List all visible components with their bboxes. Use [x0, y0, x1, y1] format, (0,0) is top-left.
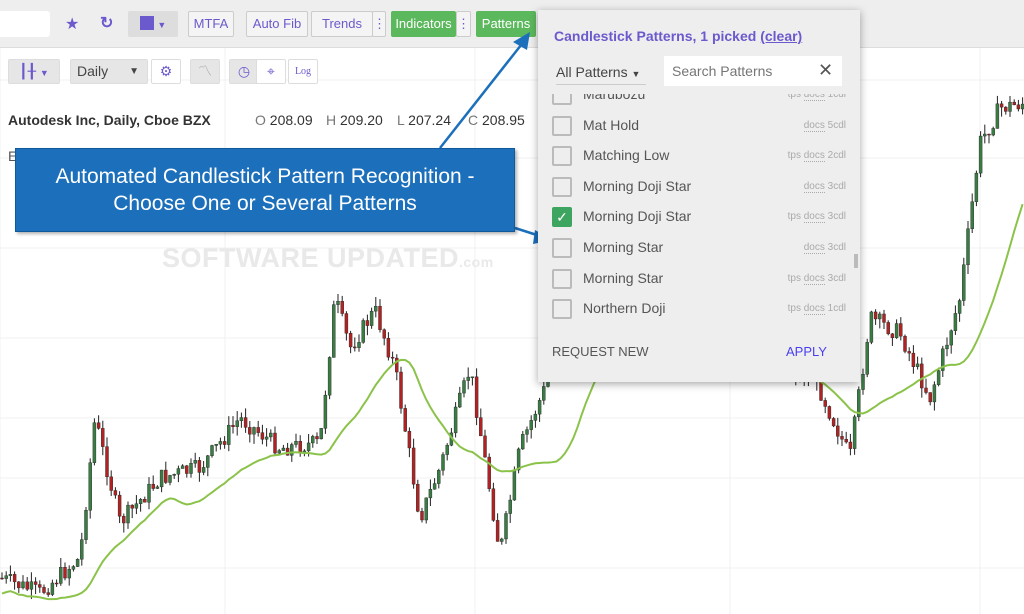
pattern-checkbox[interactable]: [552, 146, 572, 167]
tps-link[interactable]: tps: [788, 94, 801, 100]
pattern-checkbox[interactable]: [552, 115, 572, 136]
pattern-item[interactable]: ✓ Morning Doji Star tps docs 3cdl: [538, 202, 854, 232]
candle-count: 3cdl: [827, 211, 846, 223]
callout-line-1: Automated Candlestick Pattern Recognitio…: [55, 165, 475, 188]
pattern-meta: docs 3cdl: [803, 242, 846, 254]
docs-link[interactable]: docs: [803, 150, 825, 163]
candle-count: 3cdl: [827, 242, 846, 253]
pattern-name: Morning Star: [583, 239, 664, 255]
docs-link[interactable]: docs: [803, 180, 825, 193]
pattern-name: Morning Doji Star: [583, 177, 692, 194]
pattern-name: Matching Low: [583, 147, 670, 164]
candle-count: 5cdl: [827, 119, 846, 131]
pattern-checkbox[interactable]: [552, 268, 572, 289]
pattern-checkbox[interactable]: [552, 176, 572, 197]
panel-title-text: Candlestick Patterns, 1 picked: [554, 28, 757, 44]
pattern-meta: tps docs 1cdl: [788, 94, 846, 101]
pattern-item[interactable]: Morning Star tps docs 3cdl: [538, 264, 854, 294]
pattern-meta: tps docs 3cdl: [788, 272, 846, 285]
pattern-name: Morning Star: [583, 269, 664, 286]
caret-down-icon: ▼: [631, 69, 641, 79]
pattern-name: Mat Hold: [583, 116, 640, 133]
candlestick-patterns-panel: Candlestick Patterns, 1 picked (clear) A…: [538, 10, 860, 382]
pattern-checkbox[interactable]: ✓: [552, 207, 572, 228]
pattern-item[interactable]: Mat Hold docs 5cdl: [538, 111, 854, 141]
docs-link[interactable]: docs: [803, 242, 825, 254]
filter-value: All Patterns: [556, 64, 628, 80]
clear-link[interactable]: (clear): [760, 28, 802, 44]
docs-link[interactable]: docs: [803, 303, 825, 316]
pattern-checkbox[interactable]: [552, 299, 572, 320]
docs-link[interactable]: docs: [803, 119, 825, 132]
pattern-meta: docs 5cdl: [803, 119, 846, 132]
close-icon[interactable]: ✕: [818, 60, 833, 81]
candle-count: 3cdl: [827, 180, 846, 192]
scrollbar[interactable]: [854, 254, 858, 268]
candle-count: 2cdl: [827, 150, 846, 162]
tps-link[interactable]: tps: [788, 211, 801, 222]
docs-link[interactable]: docs: [803, 211, 825, 224]
pattern-list: Marubozu tps docs 1cdl Mat Hold docs 5cd…: [538, 94, 854, 330]
pattern-name: Northern Doji: [583, 300, 666, 317]
pattern-filter-dropdown[interactable]: All Patterns ▼: [556, 64, 646, 85]
request-new-button[interactable]: REQUEST NEW: [552, 344, 649, 359]
panel-title: Candlestick Patterns, 1 picked (clear): [554, 28, 802, 44]
tps-link[interactable]: tps: [788, 273, 801, 284]
pattern-name: Marubozu: [583, 94, 646, 102]
candle-count: 1cdl: [827, 303, 846, 315]
pattern-checkbox[interactable]: [552, 238, 572, 258]
callout-box: Automated Candlestick Pattern Recognitio…: [15, 148, 515, 232]
search-patterns-input[interactable]: [664, 56, 842, 86]
arrowhead-icon: [513, 32, 530, 50]
docs-link[interactable]: docs: [803, 94, 825, 101]
candle-count: 3cdl: [827, 272, 846, 284]
arrow-to-patterns: [439, 39, 526, 149]
docs-link[interactable]: docs: [803, 272, 825, 285]
pattern-item[interactable]: Marubozu tps docs 1cdl: [538, 94, 854, 110]
pattern-meta: tps docs 3cdl: [788, 211, 846, 224]
pattern-meta: docs 3cdl: [803, 180, 846, 193]
tps-link[interactable]: tps: [788, 303, 801, 314]
callout-line-2: Choose One or Several Patterns: [113, 192, 417, 215]
pattern-item[interactable]: Morning Star docs 3cdl: [538, 233, 854, 263]
pattern-name: Morning Doji Star: [583, 208, 692, 225]
tps-link[interactable]: tps: [788, 150, 801, 161]
apply-button[interactable]: APPLY: [786, 344, 827, 359]
pattern-item[interactable]: Matching Low tps docs 2cdl: [538, 141, 854, 171]
callout-arrows: [439, 32, 553, 244]
pattern-meta: tps docs 2cdl: [788, 150, 846, 163]
pattern-meta: tps docs 1cdl: [788, 303, 846, 316]
pattern-item[interactable]: Northern Doji tps docs 1cdl: [538, 294, 854, 324]
pattern-checkbox[interactable]: [552, 94, 572, 105]
candle-count: 1cdl: [827, 94, 846, 100]
pattern-item[interactable]: Morning Doji Star docs 3cdl: [538, 172, 854, 202]
